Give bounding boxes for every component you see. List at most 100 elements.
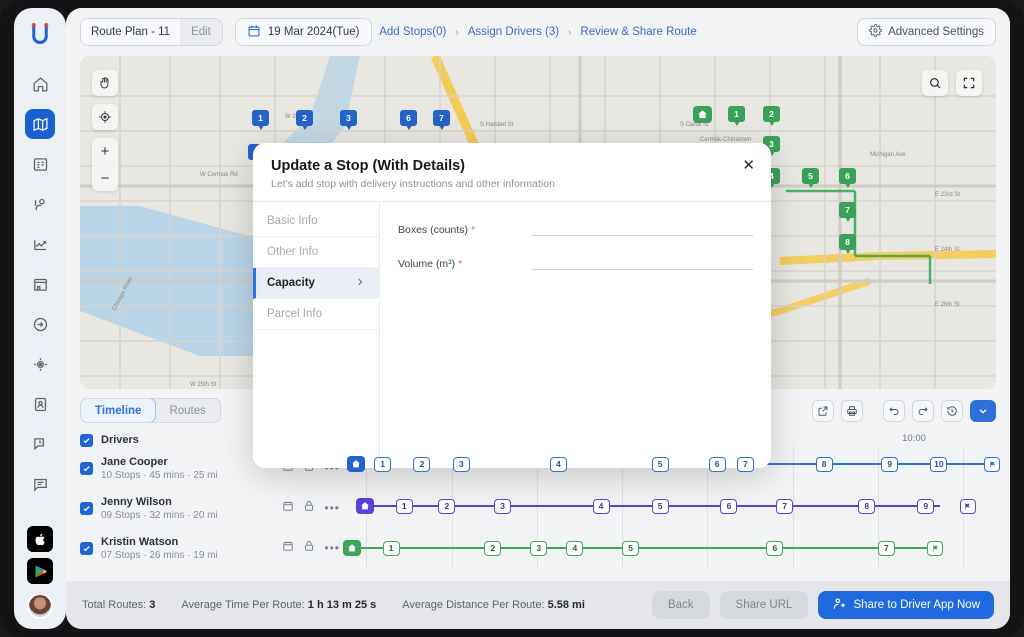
- timeline-node[interactable]: 9: [917, 498, 935, 514]
- more-options-icon[interactable]: •••: [324, 541, 340, 555]
- timeline-node[interactable]: 1: [374, 456, 392, 472]
- timeline-node[interactable]: 1: [395, 498, 413, 514]
- volume-input[interactable]: [532, 252, 753, 270]
- modal-tab-other-info[interactable]: Other Info: [253, 237, 379, 268]
- tab-routes[interactable]: Routes: [155, 399, 219, 422]
- timeline-node[interactable]: 3: [452, 456, 470, 472]
- modal-tab-capacity[interactable]: Capacity: [253, 268, 379, 299]
- route-flag-blue[interactable]: [984, 456, 1001, 472]
- date-picker[interactable]: 19 Mar 2024(Tue): [234, 18, 372, 46]
- timeline-node[interactable]: 6: [766, 540, 784, 556]
- route-depot-green[interactable]: [343, 540, 362, 556]
- timeline-node[interactable]: 9: [881, 456, 899, 472]
- breadcrumb-add-stops[interactable]: Add Stops(0): [379, 26, 446, 38]
- sidebar-item-store[interactable]: [25, 269, 55, 299]
- timeline-node[interactable]: 8: [815, 456, 833, 472]
- zoom-in-button[interactable]: +: [92, 138, 118, 164]
- export-icon[interactable]: [812, 399, 834, 422]
- lock-icon[interactable]: [303, 539, 315, 557]
- map-depot-green[interactable]: [693, 106, 712, 123]
- table-row[interactable]: Kristin Watson 07 Stops · 26 mins · 19 m…: [80, 528, 340, 568]
- tab-timeline[interactable]: Timeline: [80, 399, 157, 422]
- map-pin-blue-3[interactable]: 3: [340, 110, 357, 126]
- print-icon[interactable]: [841, 399, 863, 422]
- driver-checkbox-3[interactable]: [80, 541, 93, 555]
- driver-checkbox-2[interactable]: [80, 501, 93, 515]
- route-depot-blue[interactable]: [346, 456, 365, 472]
- timeline-route-green[interactable]: 1 2 3 4 5 6 7: [340, 539, 996, 557]
- map-pin-green-7[interactable]: 7: [839, 202, 856, 218]
- sidebar-item-import[interactable]: [25, 309, 55, 339]
- history-icon[interactable]: [941, 399, 963, 422]
- timeline-node[interactable]: 8: [858, 498, 876, 514]
- timeline-node[interactable]: 4: [566, 540, 584, 556]
- timeline-node[interactable]: 1: [382, 540, 400, 556]
- lock-icon[interactable]: [303, 499, 315, 517]
- zoom-out-button[interactable]: −: [92, 165, 118, 191]
- timeline-node[interactable]: 7: [736, 456, 754, 472]
- timeline-node[interactable]: 3: [530, 540, 548, 556]
- map-pin-blue-6[interactable]: 6: [400, 110, 417, 126]
- route-depot-purple[interactable]: [356, 498, 375, 514]
- route-flag-purple[interactable]: [959, 498, 976, 514]
- timeline-node[interactable]: 3: [494, 498, 512, 514]
- table-row[interactable]: Jenny Wilson 09 Stops · 32 mins · 20 mi …: [80, 488, 340, 528]
- breadcrumb-assign-drivers[interactable]: Assign Drivers (3): [468, 26, 559, 38]
- boxes-count-input[interactable]: [532, 218, 753, 236]
- timeline-node[interactable]: 6: [708, 456, 726, 472]
- timeline-node[interactable]: 6: [720, 498, 738, 514]
- sidebar-item-orders[interactable]: [25, 149, 55, 179]
- advanced-settings-button[interactable]: Advanced Settings: [857, 18, 996, 46]
- map-pin-green-5[interactable]: 5: [802, 168, 819, 184]
- timeline-node[interactable]: 2: [438, 498, 456, 514]
- sidebar-item-map[interactable]: [25, 109, 55, 139]
- sidebar-item-chat[interactable]: [25, 469, 55, 499]
- route-plan-chip[interactable]: Route Plan - 11 Edit: [80, 18, 223, 46]
- route-flag-green[interactable]: [927, 540, 944, 556]
- redo-icon[interactable]: [912, 399, 934, 422]
- chevron-down-icon[interactable]: [970, 399, 996, 422]
- map-search-icon[interactable]: [922, 70, 948, 96]
- undo-icon[interactable]: [883, 399, 905, 422]
- select-all-drivers-checkbox[interactable]: [80, 433, 93, 447]
- timeline-node[interactable]: 2: [413, 456, 431, 472]
- fullscreen-icon[interactable]: [956, 70, 982, 96]
- back-button[interactable]: Back: [651, 591, 710, 619]
- map-pin-green-6[interactable]: 6: [839, 168, 856, 184]
- share-url-button[interactable]: Share URL: [719, 591, 809, 619]
- timeline-node[interactable]: 5: [622, 540, 640, 556]
- more-options-icon[interactable]: •••: [324, 501, 340, 515]
- timeline-node[interactable]: 4: [592, 498, 610, 514]
- map-pin-blue-2[interactable]: 2: [296, 110, 313, 126]
- modal-tab-parcel-info[interactable]: Parcel Info: [253, 299, 379, 330]
- calendar-icon[interactable]: [282, 539, 294, 557]
- close-icon[interactable]: ✕: [742, 158, 755, 173]
- map-pin-blue-7[interactable]: 7: [433, 110, 450, 126]
- timeline-node[interactable]: 10: [930, 456, 948, 472]
- breadcrumb-review-share[interactable]: Review & Share Route: [580, 26, 696, 38]
- share-to-driver-app-button[interactable]: Share to Driver App Now: [818, 591, 994, 619]
- edit-plan-button[interactable]: Edit: [180, 19, 222, 45]
- sidebar-item-contacts[interactable]: [25, 389, 55, 419]
- timeline-node[interactable]: 4: [549, 456, 567, 472]
- timeline-node[interactable]: 7: [877, 540, 895, 556]
- map-pin-green-2[interactable]: 2: [763, 106, 780, 122]
- apple-store-badge[interactable]: [27, 526, 53, 552]
- sidebar-item-drivers[interactable]: [25, 189, 55, 219]
- timeline-node[interactable]: 2: [484, 540, 502, 556]
- modal-tab-basic-info[interactable]: Basic Info: [253, 206, 379, 237]
- google-play-badge[interactable]: [27, 558, 53, 584]
- user-avatar[interactable]: [27, 593, 53, 619]
- calendar-icon[interactable]: [282, 499, 294, 517]
- sidebar-item-home[interactable]: [25, 69, 55, 99]
- sidebar-item-territory[interactable]: [25, 349, 55, 379]
- timeline-node[interactable]: 7: [776, 498, 794, 514]
- sidebar-item-support[interactable]: [25, 429, 55, 459]
- map-pin-green-8[interactable]: 8: [839, 234, 856, 250]
- driver-checkbox-1[interactable]: [80, 461, 93, 475]
- timeline-node[interactable]: 5: [651, 498, 669, 514]
- map-pin-blue-1[interactable]: 1: [252, 110, 269, 126]
- sidebar-item-analytics[interactable]: [25, 229, 55, 259]
- locate-icon[interactable]: [92, 104, 118, 130]
- timeline-route-purple[interactable]: 1 2 3 4 5 6 7 8 9: [340, 497, 996, 515]
